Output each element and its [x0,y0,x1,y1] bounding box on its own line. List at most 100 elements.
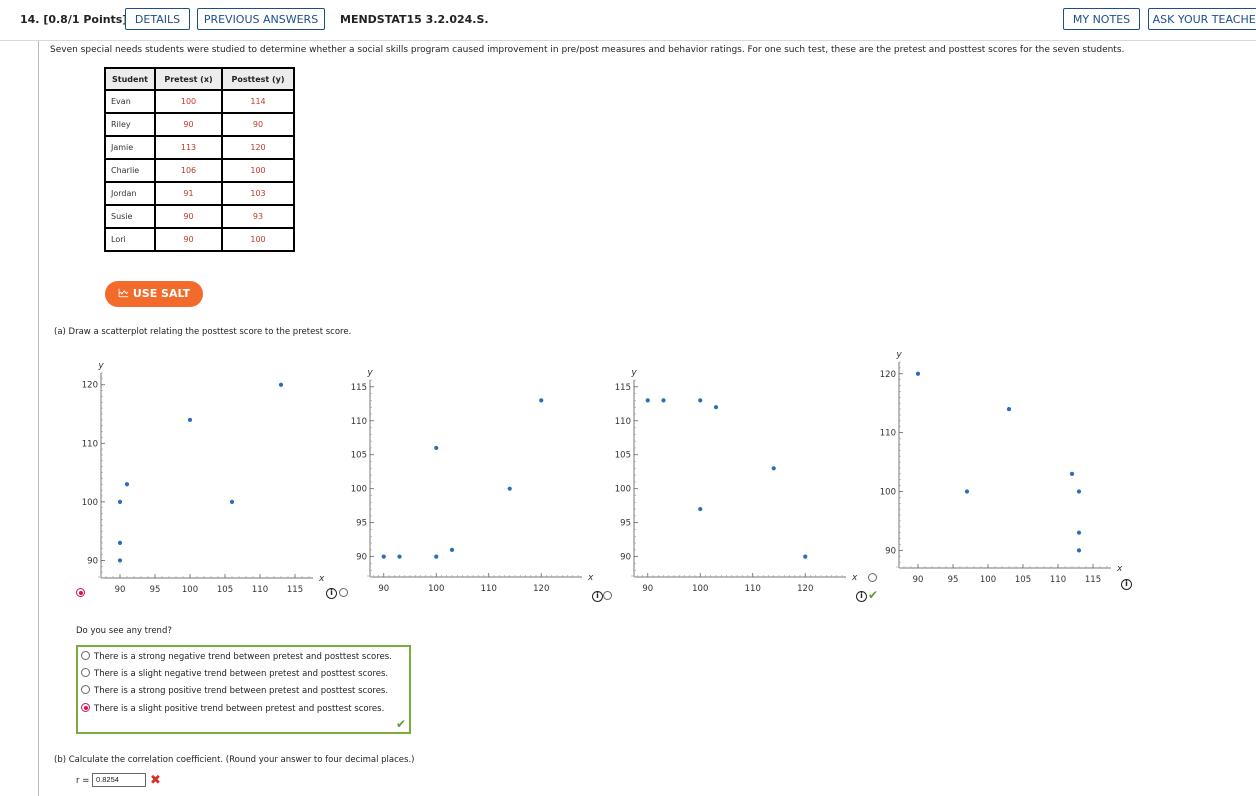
plot-option-1-radio[interactable] [76,588,85,597]
scatter-point [645,398,650,403]
x-tick-label: 120 [797,584,813,594]
y-tick-label: 110 [615,417,631,427]
x-tick-label: 90 [378,584,389,594]
x-tick-label: 100 [182,585,198,595]
scatter-point [449,547,455,552]
y-tick-label: 100 [82,498,98,508]
y-tick-label: 95 [356,519,367,529]
x-axis-label: x [587,573,594,583]
y-tick-label: 90 [87,556,98,566]
trend-option-3-label: There is a strong positive trend between… [94,686,389,696]
x-tick-label: 120 [533,584,549,594]
y-axis-label: y [97,361,104,371]
y-tick-label: 120 [880,370,896,380]
trend-option-1[interactable]: There is a strong negative trend between… [81,651,392,662]
x-tick-label: 110 [745,584,761,594]
plot-option-2-info-icon[interactable]: i [592,591,603,602]
scatter-point [661,398,666,403]
plot-option-3-info-icon[interactable]: i [856,591,867,602]
scatter-point [117,499,123,504]
trend-option-3[interactable]: There is a strong positive trend between… [81,685,388,696]
y-tick-label: 100 [615,485,631,495]
scatterplot-options: 90 95 100 105 110 115 90 100 110 120 y x 90 100 110 120… [82,350,1123,595]
scatter-point [397,554,402,559]
scatter-point [698,506,703,512]
trend-option-2[interactable]: There is a slight negative trend between… [81,668,388,679]
scatter-point [187,417,193,422]
y-tick-label: 95 [620,519,631,529]
x-tick-label: 100 [428,584,444,594]
trend-option-2-radio[interactable] [81,668,90,677]
scatter-point [1069,471,1075,476]
scatter-point [964,489,970,494]
y-tick-label: 90 [885,546,896,556]
plot-option-4-info-icon[interactable]: i [1121,579,1132,590]
part-b-prompt: (b) Calculate the correlation coefficien… [54,755,415,765]
scatter-point [698,398,703,403]
correct-check-icon: ✔ [868,588,879,602]
trend-option-1-radio[interactable] [81,651,90,660]
y-tick-label: 110 [351,417,367,427]
scatter-point [539,398,544,403]
x-axis-label: x [851,573,858,583]
scatterplot-1: 90 95 100 105 110 115 90 100 110 120 y x [82,361,325,595]
y-tick-label: 90 [356,553,367,563]
scatter-point [117,540,123,545]
scatter-point [1006,406,1012,412]
scatter-point [803,554,808,559]
x-tick-label: 105 [217,585,233,595]
scatter-point [507,486,512,491]
trend-option-4[interactable]: There is a slight positive trend between… [81,703,384,714]
r-answer-input[interactable]: 0.8254 [92,773,146,787]
scatterplot-3: 90 100 110 120 90 95 100 105 110 115 y x [615,368,858,594]
trend-correct-check-icon: ✔ [396,717,407,731]
y-tick-label: 110 [880,429,896,439]
y-tick-label: 105 [351,451,367,461]
scatter-point [278,382,284,387]
scatter-point [713,405,719,410]
scatter-point [229,499,235,504]
x-axis-label: x [1116,564,1123,574]
x-tick-label: 100 [980,575,996,585]
scatter-point [434,445,439,451]
plot-option-3-radio[interactable] [603,591,612,600]
x-axis-label: x [318,574,325,584]
plot-option-1-info-icon[interactable]: i [326,588,337,599]
scatter-point [434,554,439,559]
scatterplot-4: 90 95 100 105 110 115 90 100 110 120 y x [880,350,1123,585]
trend-option-3-radio[interactable] [81,685,90,694]
y-tick-label: 110 [82,439,98,449]
x-tick-label: 115 [287,585,303,595]
y-tick-label: 100 [351,485,367,495]
trend-option-2-label: There is a slight negative trend between… [94,669,389,679]
x-tick-label: 110 [1050,575,1066,585]
scatter-point [381,554,386,559]
x-tick-label: 95 [948,575,959,585]
scatter-point [1076,530,1082,535]
trend-question: Do you see any trend? [76,626,172,636]
y-tick-label: 120 [82,381,98,391]
trend-option-4-radio[interactable] [81,703,90,712]
x-tick-label: 90 [115,585,126,595]
incorrect-x-icon: ✖ [150,773,161,788]
x-tick-label: 100 [692,584,708,594]
plot-option-4-radio[interactable] [868,573,877,582]
scatter-point [771,466,776,471]
y-tick-label: 115 [615,383,631,393]
y-tick-label: 115 [351,383,367,393]
x-tick-label: 90 [913,575,924,585]
scatterplot-2: 90 100 110 120 90 95 100 105 110 115 y x [351,368,594,594]
scatter-point [117,558,123,563]
y-tick-label: 100 [880,487,896,497]
trend-option-1-label: There is a strong negative trend between… [94,652,392,662]
x-tick-label: 90 [642,584,653,594]
plot-option-2-radio[interactable] [339,588,348,597]
scatter-point [124,482,130,487]
trend-answer-box: There is a strong negative trend between… [76,645,411,734]
y-tick-label: 105 [615,451,631,461]
y-tick-label: 90 [620,553,631,563]
x-tick-label: 115 [1085,575,1101,585]
scatter-point [1076,548,1082,553]
y-axis-label: y [630,368,637,378]
y-axis-label: y [366,368,373,378]
